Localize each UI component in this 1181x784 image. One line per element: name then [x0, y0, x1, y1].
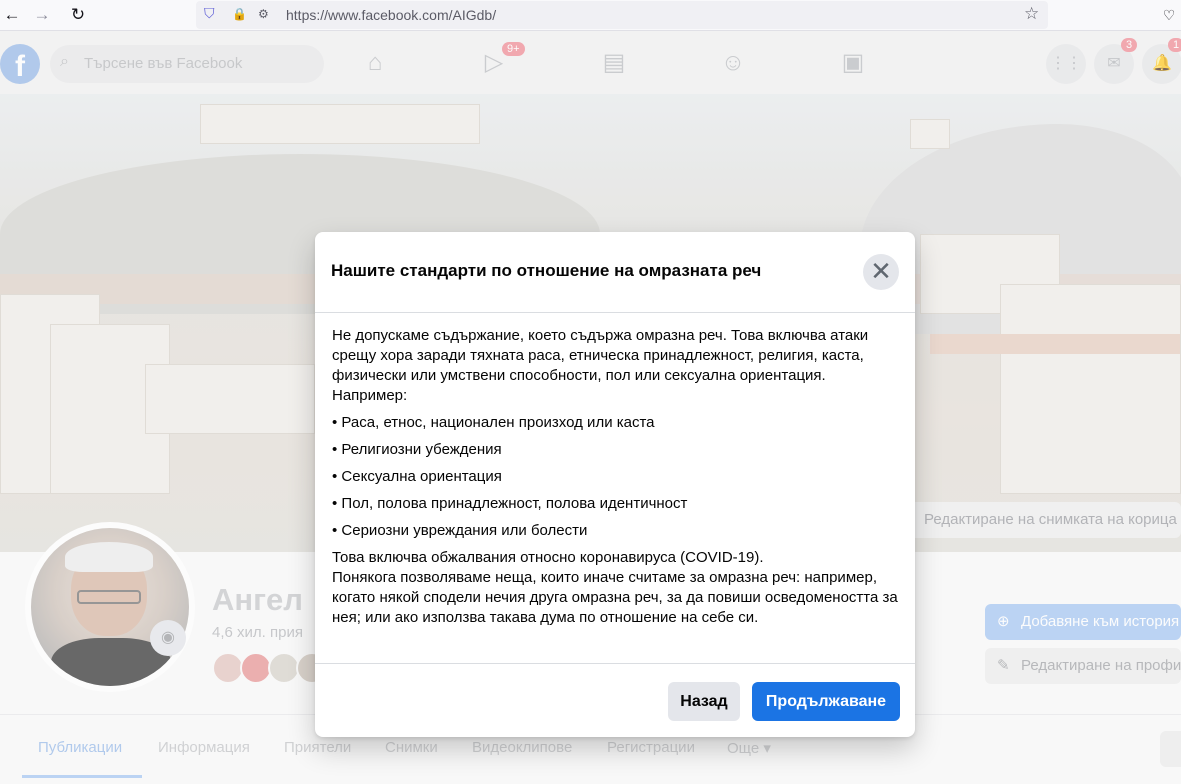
- bullet-item: • Сексуална ориентация: [332, 468, 502, 485]
- bullet-item: • Пол, полова принадлежност, полова иден…: [332, 495, 688, 512]
- address-bar[interactable]: ⛉ 🔒 ⚙ https://www.facebook.com/AIGdb/ ☆: [196, 1, 1048, 29]
- exception-text: Понякога позволяваме неща, които иначе с…: [332, 569, 898, 626]
- bookmark-star-icon[interactable]: ☆: [1024, 4, 1039, 24]
- bullet-item: • Религиозни убеждения: [332, 441, 502, 458]
- dialog-title: Нашите стандарти по отношение на омразна…: [331, 261, 762, 280]
- url-text: https://www.facebook.com/AIGdb/: [286, 7, 497, 23]
- bullet-item: • Раса, етнос, национален произход или к…: [332, 414, 655, 431]
- back-arrow-icon[interactable]: ←: [0, 4, 24, 26]
- reload-icon[interactable]: ↻: [66, 4, 90, 26]
- hate-speech-standards-dialog: Нашите стандарти по отношение на омразна…: [315, 232, 915, 737]
- bullet-item: • Сериозни увреждания или болести: [332, 522, 588, 539]
- divider: [315, 663, 915, 664]
- continue-button[interactable]: Продължаване: [752, 682, 900, 721]
- forward-arrow-icon[interactable]: →: [30, 4, 54, 26]
- dialog-body: Не допускаме съдържание, което съдържа о…: [332, 326, 902, 628]
- close-icon[interactable]: ✕: [863, 254, 899, 290]
- browser-toolbar: ← → ↻ ⛉ 🔒 ⚙ https://www.facebook.com/AIG…: [0, 0, 1181, 31]
- intro-text: Не допускаме съдържание, което съдържа о…: [332, 327, 869, 384]
- divider: [315, 312, 915, 313]
- permissions-icon[interactable]: ⚙: [258, 7, 269, 21]
- tracking-shield-icon[interactable]: ⛉: [204, 5, 215, 22]
- back-button[interactable]: Назад: [668, 682, 740, 721]
- example-label: Например:: [332, 387, 408, 404]
- pocket-icon[interactable]: ♡: [1157, 4, 1181, 26]
- covid-note: Това включва обжалвания относно коронави…: [332, 549, 764, 566]
- lock-icon[interactable]: 🔒: [232, 7, 247, 21]
